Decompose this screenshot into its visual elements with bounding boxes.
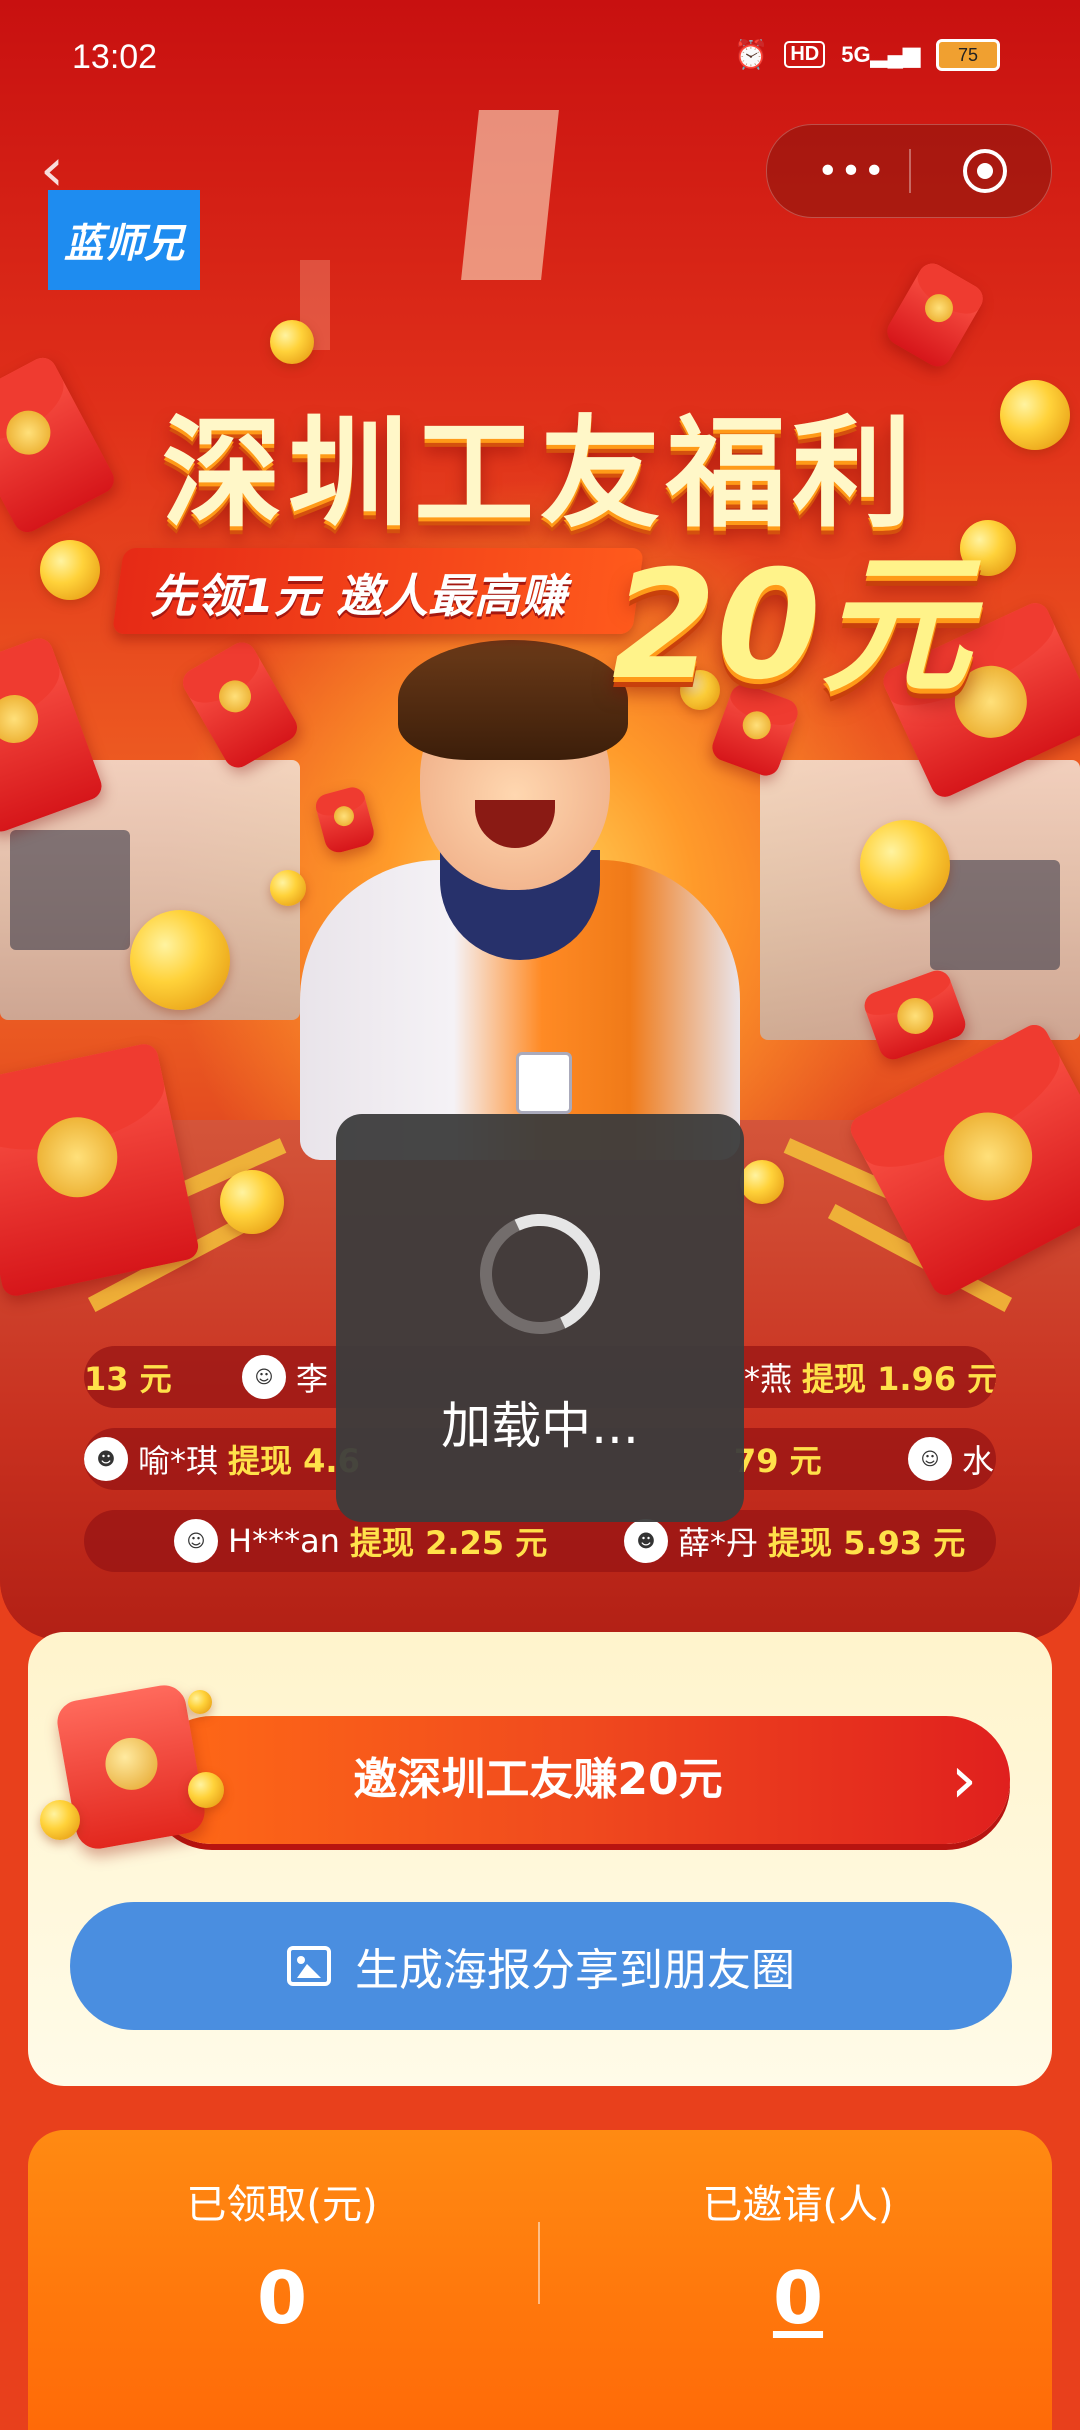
share-poster-label[interactable]: 生成海报分享到朋友圈: [355, 1934, 795, 1998]
share-poster-content[interactable]: 生成海报分享到朋友圈: [70, 1902, 1012, 2030]
factory-machine: [10, 830, 130, 950]
red-envelope-image: [177, 637, 303, 773]
stats-divider: [538, 2222, 540, 2304]
red-packet-seal: [101, 1733, 162, 1794]
ticker-item: *燕 提现 1.96 元: [744, 1360, 996, 1398]
coin-image: [860, 820, 950, 910]
chevron-right-icon[interactable]: ›: [934, 1742, 994, 1818]
ticker-item: ☺ 水: [908, 1428, 994, 1490]
avatar: ☺: [908, 1437, 952, 1481]
image-icon: [287, 1946, 331, 1986]
avatar: ☻: [624, 1519, 668, 1563]
loading-text: 加载中...: [441, 1397, 639, 1455]
coin-image: [188, 1772, 224, 1808]
banner-subtitle: 先领1元 邀人最高赚: [150, 569, 567, 623]
coin-image: [220, 1170, 284, 1234]
ticker-item: 13 元: [84, 1360, 172, 1398]
ceiling-light: [461, 110, 559, 280]
coin-image: [270, 320, 314, 364]
factory-machine: [930, 860, 1060, 970]
status-icons: ⏰ HD 5G▂▄▆ 75: [733, 38, 1000, 71]
alarm-icon: ⏰: [733, 39, 769, 70]
battery-icon: 75: [936, 38, 1000, 71]
banner-amount: 20元: [612, 539, 971, 713]
coin-image: [188, 1690, 212, 1714]
brand-logo: 蓝师兄: [48, 190, 200, 290]
ticker-item: 79 元: [734, 1442, 822, 1480]
hd-icon: HD: [784, 41, 826, 68]
loading-toast: 加载中...: [336, 1114, 744, 1522]
coin-image: [270, 870, 306, 906]
signal-icon: 5G▂▄▆: [841, 41, 920, 67]
coin-image: [40, 1800, 80, 1840]
close-target-icon[interactable]: [963, 149, 1007, 193]
received-value: 0: [256, 2256, 308, 2340]
red-envelope-image: [882, 258, 988, 372]
capsule-divider: [909, 149, 911, 193]
ticker-item: ☺ 李: [242, 1346, 328, 1408]
spinner-icon: [463, 1197, 617, 1351]
miniprogram-capsule: •••: [766, 124, 1052, 218]
more-menu-button[interactable]: •••: [797, 125, 907, 217]
coin-image: [130, 910, 230, 1010]
invited-label: 已邀请(人): [702, 2182, 894, 2228]
avatar: ☻: [84, 1437, 128, 1481]
ticker-item: ☻ 喻*琪 提现 4.6: [84, 1428, 360, 1490]
worker-badge: [516, 1052, 572, 1114]
avatar: ☺: [174, 1519, 218, 1563]
worker-hair: [398, 640, 628, 760]
invited-value-link[interactable]: 0: [558, 2256, 1038, 2340]
red-envelope-image: [313, 784, 377, 856]
invite-button-label[interactable]: 邀深圳工友赚20元: [148, 1716, 928, 1844]
red-envelope-image: [0, 1041, 201, 1299]
avatar: ☺: [242, 1355, 286, 1399]
coin-image: [740, 1160, 784, 1204]
status-time: 13:02: [72, 38, 158, 76]
received-label: 已领取(元): [186, 2182, 378, 2228]
